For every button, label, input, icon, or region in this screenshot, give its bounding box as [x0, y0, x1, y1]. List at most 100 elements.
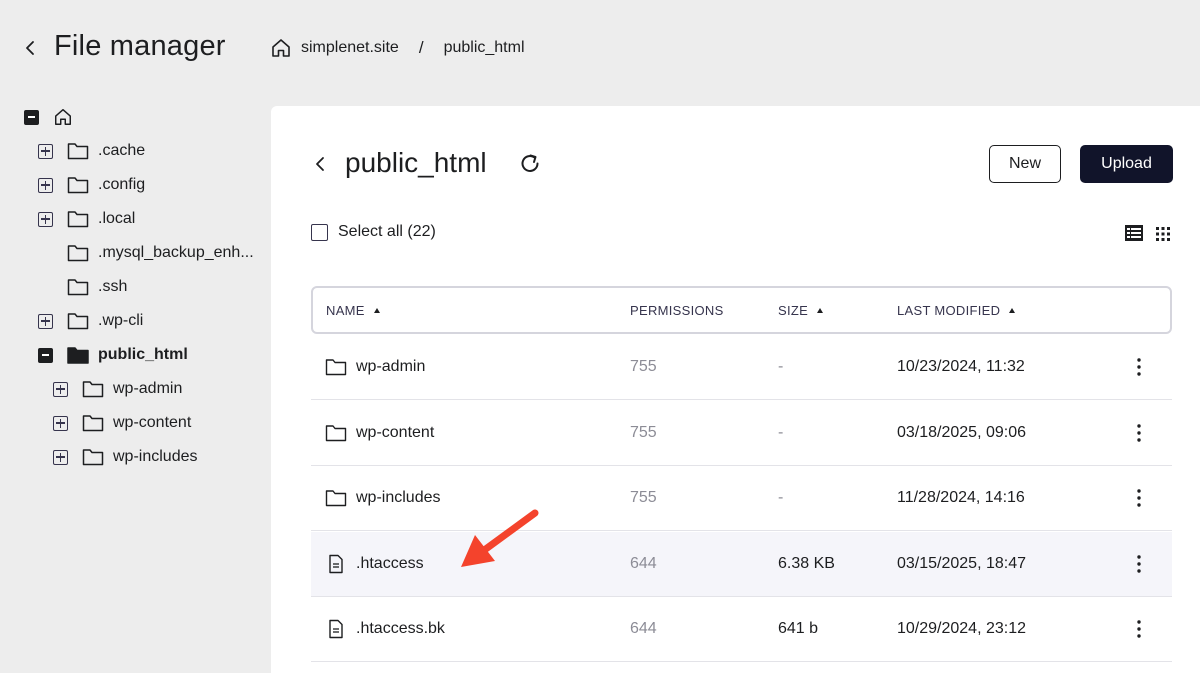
- sort-ascending-icon: [1009, 307, 1016, 313]
- more-options-icon[interactable]: [1131, 422, 1147, 444]
- new-button[interactable]: New: [989, 145, 1061, 183]
- size-cell: 6.38 KB: [778, 554, 835, 572]
- name-cell: .htaccess.bk: [325, 597, 445, 661]
- sidebar-item-label: .config: [98, 176, 146, 193]
- file-name: .htaccess.bk: [356, 620, 445, 637]
- home-icon: [55, 109, 72, 126]
- breadcrumb-item-folder[interactable]: public_html: [444, 39, 525, 57]
- expand-toggle-icon[interactable]: [53, 415, 68, 431]
- file-name: .htaccess: [356, 554, 424, 572]
- checkbox[interactable]: [311, 223, 328, 241]
- name-cell: wp-content: [325, 401, 434, 465]
- column-name-label: NAME: [326, 302, 365, 318]
- sidebar-item-wp-cli[interactable]: .wp-cli: [38, 304, 143, 338]
- collapse-toggle-icon[interactable]: [24, 109, 39, 125]
- expand-toggle-icon[interactable]: [38, 313, 53, 329]
- sidebar-item-wp-includes[interactable]: wp-includes: [53, 440, 197, 474]
- folder-icon: [67, 278, 89, 296]
- permissions-cell: 644: [630, 554, 657, 572]
- column-size[interactable]: SIZE: [778, 288, 824, 332]
- sidebar-item-label: wp-content: [113, 414, 192, 431]
- folder-icon: [67, 312, 89, 330]
- size-cell: -: [778, 358, 784, 375]
- file-panel: public_html New Upload Select all (22) N…: [271, 106, 1200, 673]
- size-cell: -: [778, 489, 784, 506]
- sidebar-item-mysql-backup-enh[interactable]: .mysql_backup_enh...: [38, 236, 254, 270]
- size-cell: 641 b: [778, 620, 819, 637]
- page-title: File manager: [54, 30, 226, 62]
- breadcrumb: simplenet.site / public_html: [270, 37, 525, 59]
- folder-title: public_html: [345, 147, 487, 178]
- table-row[interactable]: wp-admin 755 - 10/23/2024, 11:32: [311, 335, 1172, 400]
- file-name: wp-content: [356, 423, 435, 441]
- select-all-checkbox[interactable]: Select all (22): [311, 223, 436, 241]
- upload-button[interactable]: Upload: [1080, 145, 1173, 183]
- column-last-modified[interactable]: LAST MODIFIED: [897, 288, 1016, 332]
- folder-icon: [82, 448, 104, 466]
- file-icon: [325, 554, 347, 574]
- modified-cell: 11/28/2024, 14:16: [897, 489, 1025, 506]
- file-name: wp-includes: [356, 489, 441, 506]
- more-options-icon[interactable]: [1131, 618, 1147, 640]
- sort-ascending-icon: [373, 307, 380, 313]
- sidebar-item-ssh[interactable]: .ssh: [38, 270, 127, 304]
- table-row[interactable]: .htaccess 644 6.38 KB 03/15/2025, 18:47: [311, 531, 1172, 597]
- table-row[interactable]: .htaccess.bk 644 641 b 10/29/2024, 23:12: [311, 597, 1172, 662]
- expand-toggle-icon[interactable]: [53, 449, 68, 465]
- table-row[interactable]: wp-includes 755 - 11/28/2024, 14:16: [311, 466, 1172, 531]
- list-view-icon[interactable]: [1124, 224, 1144, 242]
- sidebar-item-label: .cache: [98, 142, 146, 159]
- sidebar-item-label: .ssh: [98, 278, 128, 295]
- more-options-icon[interactable]: [1131, 553, 1147, 575]
- sidebar-item-cache[interactable]: .cache: [38, 134, 145, 168]
- modified-cell: 10/23/2024, 11:32: [897, 358, 1025, 375]
- name-cell: .htaccess: [325, 532, 424, 596]
- permissions-cell: 755: [630, 358, 657, 375]
- expand-toggle-icon[interactable]: [38, 177, 53, 193]
- size-cell: -: [778, 423, 784, 441]
- table-row[interactable]: wp-content 755 - 03/18/2025, 09:06: [311, 401, 1172, 466]
- breadcrumb-separator: /: [418, 38, 424, 57]
- column-permissions: PERMISSIONS: [630, 288, 724, 332]
- collapse-toggle-icon[interactable]: [38, 347, 53, 363]
- folder-icon: [325, 357, 347, 377]
- folder-icon: [67, 346, 89, 364]
- sidebar-item-label: wp-admin: [113, 380, 183, 397]
- permissions-cell: 755: [630, 489, 657, 506]
- refresh-icon[interactable]: [517, 151, 543, 177]
- folder-icon: [325, 423, 347, 443]
- folder-icon: [325, 488, 347, 508]
- home-icon[interactable]: [270, 37, 292, 59]
- back-arrow-icon[interactable]: [313, 153, 327, 175]
- column-permissions-label: PERMISSIONS: [630, 302, 724, 318]
- permissions-cell: 755: [630, 423, 657, 441]
- expand-toggle-icon[interactable]: [38, 143, 53, 159]
- back-arrow-icon[interactable]: [22, 36, 38, 60]
- expand-toggle-icon[interactable]: [53, 381, 68, 397]
- sidebar-item-wp-admin[interactable]: wp-admin: [53, 372, 182, 406]
- tree-root[interactable]: [24, 100, 82, 134]
- file-name: wp-admin: [356, 358, 426, 375]
- table-header: NAME PERMISSIONS SIZE LAST MODIFIED: [311, 286, 1172, 334]
- sidebar-item-config[interactable]: .config: [38, 168, 145, 202]
- select-all-label: Select all (22): [338, 223, 436, 240]
- folder-icon: [67, 176, 89, 194]
- column-name[interactable]: NAME: [326, 288, 380, 332]
- folder-icon: [67, 244, 89, 262]
- modified-cell: 03/15/2025, 18:47: [897, 554, 1027, 572]
- more-options-icon[interactable]: [1131, 356, 1147, 378]
- expand-toggle-icon[interactable]: [38, 211, 53, 227]
- sidebar-item-local[interactable]: .local: [38, 202, 135, 236]
- file-icon: [325, 619, 347, 639]
- sidebar-item-public-html[interactable]: public_html: [38, 338, 188, 372]
- sidebar-item-wp-content[interactable]: wp-content: [53, 406, 191, 440]
- breadcrumb-item-domain[interactable]: simplenet.site: [301, 39, 399, 57]
- column-last-modified-label: LAST MODIFIED: [897, 302, 1001, 318]
- column-size-label: SIZE: [778, 302, 809, 318]
- grid-view-icon[interactable]: [1155, 226, 1171, 242]
- more-options-icon[interactable]: [1131, 487, 1147, 509]
- sidebar-item-label: public_html: [98, 346, 188, 363]
- name-cell: wp-admin: [325, 335, 425, 399]
- folder-icon: [67, 210, 89, 228]
